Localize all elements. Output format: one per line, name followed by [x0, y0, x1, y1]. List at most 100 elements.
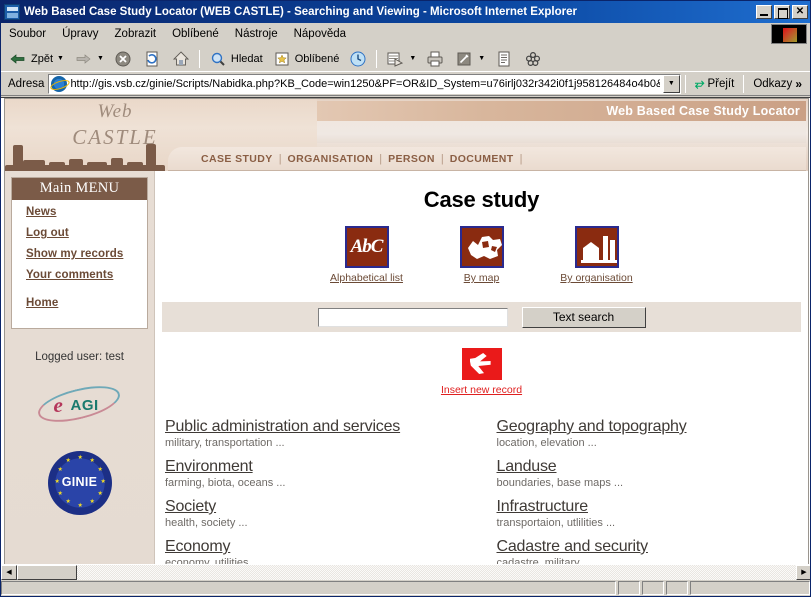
main-content: Case study AbC Alphabetical list By map …: [155, 171, 808, 569]
refresh-icon: [142, 49, 162, 69]
map-icon[interactable]: [459, 226, 504, 268]
home-icon: [171, 49, 191, 69]
address-label: Adresa: [8, 77, 45, 90]
eagi-e-letter: e: [53, 393, 63, 417]
category-environment-subtitle: farming, biota, oceans ...: [165, 477, 286, 489]
main-menu-box: Main MENU News Log out Show my records Y…: [11, 177, 148, 329]
messenger-button[interactable]: [519, 48, 547, 70]
browse-alphabetical[interactable]: AbC Alphabetical list: [322, 226, 412, 284]
sidebar-item-news[interactable]: News: [26, 206, 147, 218]
window-title: Web Based Case Study Locator (WEB CASTLE…: [24, 6, 577, 18]
tab-person[interactable]: PERSON: [382, 153, 441, 165]
search-label: Hledat: [230, 52, 263, 65]
category-infrastructure-subtitle: transportaion, utlilities ...: [496, 517, 616, 529]
menu-item-upravy[interactable]: Úpravy: [54, 26, 106, 42]
page-body: Main MENU News Log out Show my records Y…: [5, 171, 808, 569]
links-chevron-icon[interactable]: »: [795, 77, 802, 91]
favorites-button[interactable]: Oblíbené: [268, 48, 344, 70]
edit-button[interactable]: ▼: [450, 48, 489, 70]
stop-button[interactable]: [109, 48, 137, 70]
printer-icon: [425, 49, 445, 69]
address-dropdown-icon[interactable]: ▼: [662, 74, 680, 93]
abc-icon-glyph: AbC: [350, 236, 384, 257]
category-cadastre[interactable]: Cadastre and security: [497, 538, 801, 556]
browse-by-map-label[interactable]: By map: [437, 272, 527, 284]
browse-alphabetical-label[interactable]: Alphabetical list: [322, 272, 412, 284]
scroll-right-button[interactable]: ▶: [796, 565, 810, 580]
browse-by-organisation[interactable]: By organisation: [552, 226, 642, 284]
go-button[interactable]: ⥂ Přejít: [690, 76, 739, 91]
sidebar-item-show-my-records[interactable]: Show my records: [26, 248, 147, 260]
window-titlebar: Web Based Case Study Locator (WEB CASTLE…: [1, 1, 810, 23]
links-button[interactable]: Odkazy »: [748, 77, 807, 91]
discuss-button[interactable]: [490, 48, 518, 70]
category-columns: Public administration and services milit…: [155, 418, 808, 569]
stop-icon: [113, 49, 133, 69]
scroll-track[interactable]: [77, 565, 796, 580]
menu-item-napoveda[interactable]: Nápověda: [286, 26, 354, 42]
forward-dropdown-icon[interactable]: ▼: [97, 55, 104, 62]
browse-by-map[interactable]: By map: [437, 226, 527, 284]
category-public-administration[interactable]: Public administration and services: [165, 418, 483, 436]
tab-organisation[interactable]: ORGANISATION: [282, 153, 380, 165]
category-society[interactable]: Society: [165, 498, 483, 516]
category-landuse[interactable]: Landuse: [497, 458, 801, 476]
tab-divider-4: |: [519, 152, 523, 165]
search-input[interactable]: [317, 307, 508, 327]
organisation-icon-graphic: [580, 236, 617, 263]
mail-button[interactable]: ▼: [381, 48, 420, 70]
horizontal-scrollbar[interactable]: ◀ ▶: [1, 564, 810, 580]
sidebar-item-your-comments[interactable]: Your comments: [26, 269, 147, 281]
edit-dropdown-icon[interactable]: ▼: [478, 55, 485, 62]
minimize-button[interactable]: [756, 5, 772, 19]
tab-case-study[interactable]: CASE STUDY: [195, 153, 279, 165]
organisation-building-icon[interactable]: [574, 226, 619, 268]
category-landuse-subtitle: boundaries, base maps ...: [496, 477, 624, 489]
maximize-button[interactable]: [774, 5, 790, 19]
site-title: Web Based Case Study Locator: [606, 104, 800, 118]
refresh-button[interactable]: [138, 48, 166, 70]
text-search-button[interactable]: Text search: [521, 306, 646, 328]
print-button[interactable]: [421, 48, 449, 70]
history-button[interactable]: [344, 48, 372, 70]
map-icon-graphic: [467, 236, 502, 259]
favorites-star-icon: [272, 49, 292, 69]
home-button[interactable]: [167, 48, 195, 70]
pointing-hand-icon[interactable]: [461, 348, 502, 380]
banner-title-strip: Web Based Case Study Locator: [315, 101, 806, 121]
close-button[interactable]: ✕: [792, 5, 808, 19]
abc-icon[interactable]: AbC: [344, 226, 389, 268]
status-message-pane: [1, 581, 616, 595]
window-controls: ✕: [756, 5, 808, 19]
back-dropdown-icon[interactable]: ▼: [57, 55, 64, 62]
scroll-thumb[interactable]: [17, 565, 77, 580]
search-icon: [208, 49, 228, 69]
tab-document[interactable]: DOCUMENT: [444, 153, 520, 165]
sidebar-item-home[interactable]: Home: [26, 297, 147, 309]
category-environment[interactable]: Environment: [165, 458, 483, 476]
search-button[interactable]: Hledat: [204, 48, 267, 70]
edit-page-icon: [454, 49, 474, 69]
toolbar-separator: [198, 49, 200, 68]
category-geography[interactable]: Geography and topography: [497, 418, 801, 436]
main-menu-list: News Log out Show my records Your commen…: [12, 200, 147, 328]
menu-item-oblibene[interactable]: Oblíbené: [164, 26, 227, 42]
menu-item-nastroje[interactable]: Nástroje: [227, 26, 286, 42]
discuss-document-icon: [494, 49, 514, 69]
back-button[interactable]: Zpět ▼: [4, 48, 68, 70]
address-separator: [684, 74, 686, 93]
category-economy[interactable]: Economy: [165, 538, 483, 556]
browser-viewport: Web Based Case Study Locator Web CASTLE: [1, 97, 810, 582]
sidebar-item-log-out[interactable]: Log out: [26, 227, 147, 239]
scroll-left-button[interactable]: ◀: [1, 565, 17, 580]
category-society-subtitle: health, society ...: [165, 517, 248, 529]
category-infrastructure[interactable]: Infrastructure: [497, 498, 801, 516]
browse-by-organisation-label[interactable]: By organisation: [552, 272, 642, 284]
main-menu-heading: Main MENU: [12, 178, 147, 200]
forward-button[interactable]: ▼: [69, 48, 108, 70]
address-input[interactable]: http://gis.vsb.cz/ginie/Scripts/Nabidka.…: [48, 73, 681, 94]
menu-item-zobrazit[interactable]: Zobrazit: [107, 26, 165, 42]
menu-item-soubor[interactable]: Soubor: [1, 26, 54, 42]
insert-new-record-link[interactable]: Insert new record: [155, 384, 808, 396]
mail-dropdown-icon[interactable]: ▼: [409, 55, 416, 62]
